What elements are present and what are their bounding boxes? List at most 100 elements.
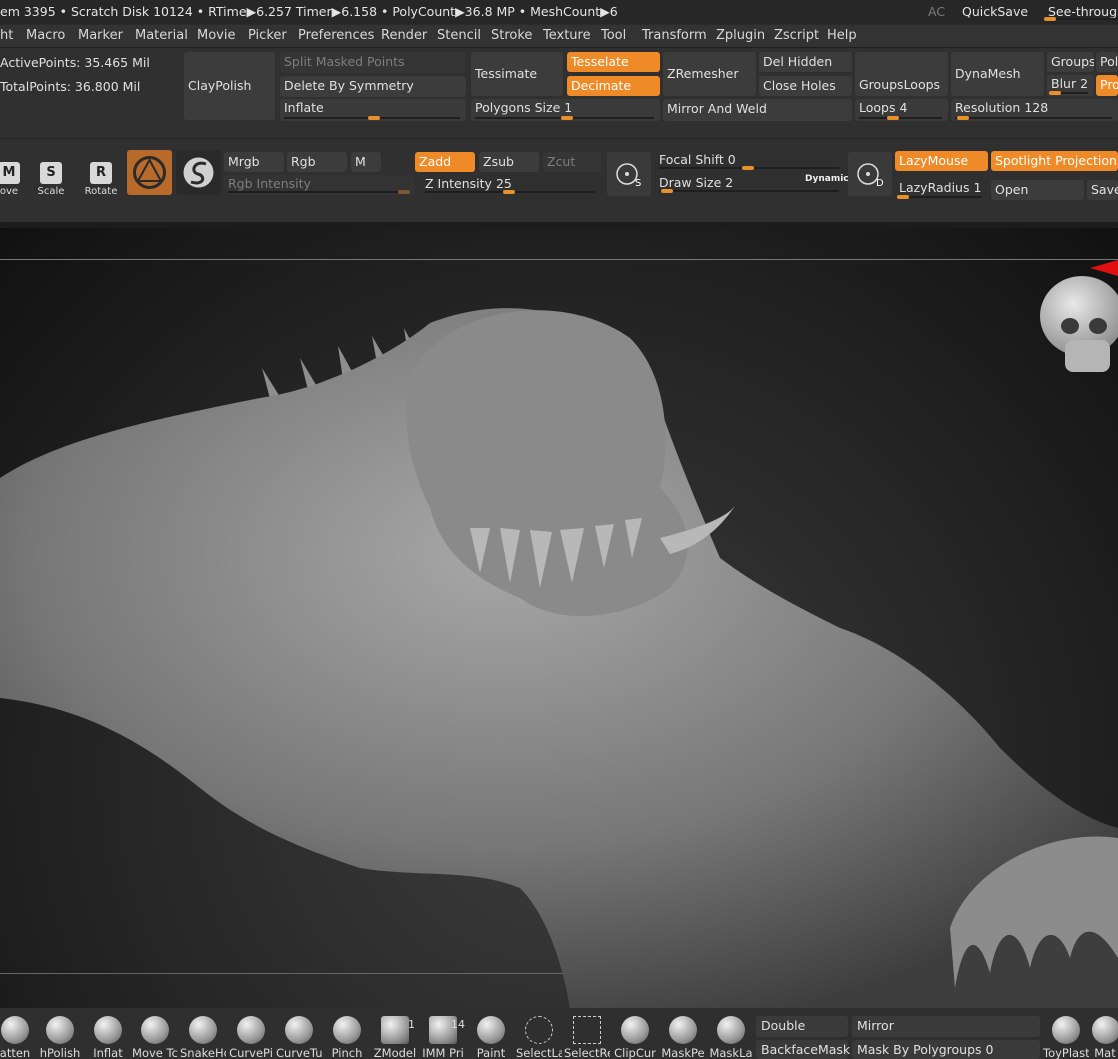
brush-snakehook[interactable]: SnakeHo <box>180 1014 226 1059</box>
scale-tool[interactable]: S Scale <box>30 158 72 202</box>
zadd-button[interactable]: Zadd <box>415 152 475 172</box>
rotate-tool[interactable]: R Rotate <box>80 158 122 202</box>
brush-hpolish[interactable]: hPolish <box>37 1014 83 1059</box>
groups-button[interactable]: Groups <box>1047 52 1094 72</box>
mat-material-icon <box>1092 1016 1118 1044</box>
see-through-slider[interactable]: See-through <box>1042 2 1118 22</box>
brush-maskpen[interactable]: MaskPe <box>660 1014 706 1059</box>
brush-masklasso[interactable]: MaskLa <box>708 1014 754 1059</box>
sculpt-model[interactable] <box>0 228 1118 1008</box>
sculptris-pro-button[interactable]: S <box>607 152 651 196</box>
lazymouse-button[interactable]: LazyMouse <box>895 151 988 171</box>
spotlight-projection-button[interactable]: Spotlight Projection <box>991 151 1118 171</box>
backface-mask-button[interactable]: BackfaceMask <box>756 1040 850 1059</box>
blur-slider[interactable]: Blur 2 <box>1047 75 1094 96</box>
current-brush-thumbnail[interactable] <box>127 150 172 195</box>
dynamic-draw-button[interactable]: D <box>848 152 892 196</box>
brush-label: MaskLa <box>709 1046 753 1059</box>
dynamic-toggle[interactable]: Dynamic <box>805 174 849 184</box>
loops-slider[interactable]: Loops 4 <box>855 99 948 121</box>
inflate-knob[interactable] <box>368 116 380 120</box>
polygons-size-knob[interactable] <box>561 116 573 120</box>
see-through-knob[interactable] <box>1044 17 1056 21</box>
resolution-knob[interactable] <box>957 116 969 120</box>
menu-render[interactable]: Render <box>381 28 427 43</box>
mirror-button[interactable]: Mirror <box>852 1016 1040 1037</box>
m-button[interactable]: M <box>351 152 381 172</box>
menu-picker[interactable]: Picker <box>248 28 287 43</box>
open-button[interactable]: Open <box>991 180 1084 200</box>
menu-preferences[interactable]: Preferences <box>298 28 374 43</box>
decimate-button[interactable]: Decimate <box>567 76 660 96</box>
mrgb-button[interactable]: Mrgb <box>224 152 284 172</box>
mask-polygroups-slider[interactable]: Mask By Polygroups 0 <box>852 1040 1040 1059</box>
groupsloops-button[interactable]: GroupsLoops <box>855 52 948 96</box>
axis-gizmo-icon[interactable] <box>1090 260 1118 276</box>
del-hidden-button[interactable]: Del Hidden <box>759 52 852 72</box>
zremesher-button[interactable]: ZRemesher <box>663 52 756 96</box>
quicksave-button[interactable]: QuickSave <box>962 4 1028 19</box>
move-tool[interactable]: M ove <box>0 158 30 202</box>
z-intensity-knob[interactable] <box>503 190 515 194</box>
lazyradius-knob[interactable] <box>897 195 909 199</box>
zsub-button[interactable]: Zsub <box>479 152 539 172</box>
menu-material[interactable]: Material <box>135 28 188 43</box>
material-toyplastic[interactable]: ToyPlast <box>1043 1014 1089 1059</box>
close-holes-button[interactable]: Close Holes <box>759 76 852 96</box>
inflate-slider[interactable]: Inflate <box>280 99 466 121</box>
brush-move-topological[interactable]: Move Tc <box>132 1014 178 1059</box>
project-button[interactable]: Pro <box>1096 75 1118 96</box>
polish-button[interactable]: Poli <box>1096 52 1118 72</box>
lazyradius-slider[interactable]: LazyRadius 1 <box>895 179 988 200</box>
brush-clipcurve[interactable]: ClipCur <box>612 1014 658 1059</box>
tesselate-button[interactable]: Tesselate <box>567 52 660 72</box>
blur-knob[interactable] <box>1049 91 1061 95</box>
double-button[interactable]: Double <box>756 1016 848 1037</box>
current-stroke-thumbnail[interactable] <box>176 150 221 195</box>
blur-value: 2 <box>1080 76 1089 91</box>
menu-stencil[interactable]: Stencil <box>437 28 481 43</box>
save-button[interactable]: Save <box>1087 180 1118 200</box>
polygons-size-slider[interactable]: Polygons Size 1 <box>471 99 660 121</box>
hpolish-brush-icon <box>46 1016 74 1044</box>
focal-shift-slider[interactable]: Focal Shift 0 <box>655 151 845 171</box>
brush-inflate[interactable]: Inflat <box>85 1014 131 1059</box>
menu-macro[interactable]: Macro <box>26 28 65 43</box>
loops-knob[interactable] <box>887 116 899 120</box>
menu-transform[interactable]: Transform <box>642 28 707 43</box>
menu-zscript[interactable]: Zscript <box>774 28 819 43</box>
brush-flatten[interactable]: atten <box>0 1014 38 1059</box>
menu-stroke[interactable]: Stroke <box>491 28 532 43</box>
dynamesh-button[interactable]: DynaMesh <box>951 52 1044 96</box>
menu-marker[interactable]: Marker <box>78 28 123 43</box>
menu-light[interactable]: ht <box>0 28 13 43</box>
menu-zplugin[interactable]: Zplugin <box>716 28 765 43</box>
brush-curvepinch[interactable]: CurvePi <box>228 1014 274 1059</box>
focal-shift-knob[interactable] <box>742 166 754 170</box>
menu-tool[interactable]: Tool <box>601 28 626 43</box>
menu-movie[interactable]: Movie <box>197 28 235 43</box>
tessimate-button[interactable]: Tessimate <box>471 52 563 96</box>
brush-selectrect[interactable]: SelectRe <box>564 1014 610 1059</box>
paint-brush-icon <box>477 1016 505 1044</box>
rgb-intensity-knob[interactable] <box>398 190 410 194</box>
claypolish-button[interactable]: ClayPolish <box>184 52 275 120</box>
menu-texture[interactable]: Texture <box>543 28 591 43</box>
viewport-canvas[interactable] <box>0 228 1118 1008</box>
toyplastic-material-icon <box>1052 1016 1080 1044</box>
mirror-weld-button[interactable]: Mirror And Weld <box>663 99 852 121</box>
menu-help[interactable]: Help <box>827 28 857 43</box>
draw-size-knob[interactable] <box>661 189 673 193</box>
rgb-intensity-slider[interactable]: Rgb Intensity <box>224 175 414 195</box>
z-intensity-slider[interactable]: Z Intensity 25 <box>421 175 601 195</box>
brush-curvetube[interactable]: CurveTu <box>276 1014 322 1059</box>
material-mat[interactable]: Mat <box>1092 1014 1118 1059</box>
rgb-button[interactable]: Rgb <box>287 152 347 172</box>
split-masked-button[interactable]: Split Masked Points <box>280 52 466 73</box>
brush-selectlasso[interactable]: SelectLa <box>516 1014 562 1059</box>
brush-pinch[interactable]: Pinch <box>324 1014 370 1059</box>
brush-paint[interactable]: Paint <box>468 1014 514 1059</box>
resolution-slider[interactable]: Resolution 128 <box>951 99 1118 121</box>
zcut-button[interactable]: Zcut <box>543 152 601 172</box>
delete-symmetry-button[interactable]: Delete By Symmetry <box>280 76 466 97</box>
